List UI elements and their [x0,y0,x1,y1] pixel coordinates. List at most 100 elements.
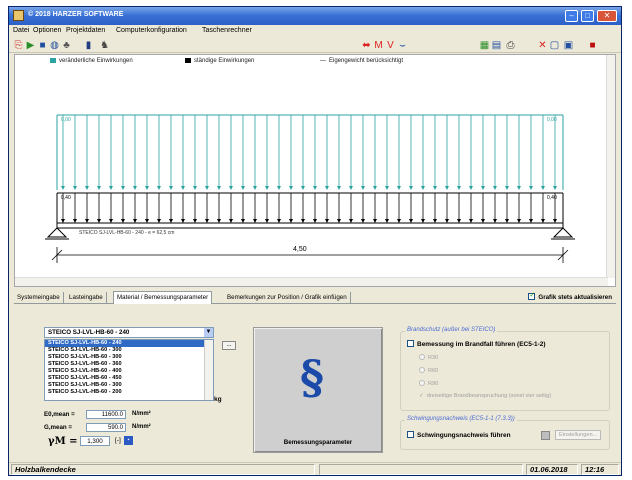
gmean-row: G,mean = 590.0 N/mm² [44,423,151,432]
menu-taschenrechner[interactable]: Taschenrechner [202,27,252,34]
three-sided-option[interactable]: ✓ dreiseitige Brandbeanspruchung (sonst v… [419,393,551,399]
print-preview-icon[interactable]: ◍ [49,40,60,51]
load-arrow-head [73,186,77,190]
load-arrow-head [121,186,125,190]
delete-icon[interactable]: ✕ [537,40,548,51]
load-arrow-head [205,186,209,190]
list-item[interactable]: STEICO SJ-LVL-HB-60 - 360 [45,361,213,368]
e0mean-field[interactable]: 11600.0 [86,410,126,419]
list-item[interactable]: STEICO SJ-LVL-HB-60 - 300 [45,347,213,354]
fire-checkbox[interactable] [407,340,414,347]
profile-dropdown[interactable]: STEICO SJ-LVL-HB-60 - 240 ▼ [44,327,214,338]
list-item[interactable]: STEICO SJ-LVL-HB-60 - 400 [45,368,213,375]
shear-icon[interactable]: V [385,40,396,51]
load-arrow-head [445,219,449,223]
load-arrow-head [421,186,425,190]
radio-circle[interactable] [419,367,425,373]
tab-material[interactable]: Material / Bemessungsparameter [113,291,213,304]
vibration-icon[interactable] [541,431,550,440]
vibration-settings-button[interactable]: Einstellungen... [555,430,602,440]
close-button[interactable]: ✕ [597,10,617,22]
gamma-field[interactable]: 1,300 [80,436,110,446]
fire-group-title: Brandschutz (außer bei STEICO) [405,327,498,333]
table-icon[interactable]: ▦ [479,40,490,51]
menu-datei[interactable]: Datei [13,27,29,34]
tab-lasteingabe[interactable]: Lasteingabe [66,292,107,304]
toolbar: ⎘ ▶ ■ ◍ ♣ ▮ ♞ ⬌ M V ⌣ ▦ ▤ ⎙ ✕ ▢ ▣ ■ [9,38,621,53]
load-arrow-head [85,219,89,223]
graph-update-checkbox[interactable] [528,291,536,300]
profile-list-scrollbar[interactable] [204,340,213,400]
permanent-load-left-value: 0,40 [61,195,71,201]
disk-icon[interactable]: ■ [587,40,598,51]
book-icon[interactable]: ▮ [83,40,94,51]
radio-r90-label: R90 [428,381,439,387]
tab-systemeingabe[interactable]: Systemeingabe [14,292,64,304]
load-arrow-head [193,186,197,190]
list-item[interactable]: STEICO SJ-LVL-HB-60 - 300 [45,354,213,361]
save-icon[interactable]: ■ [37,40,48,51]
load-arrow-head [241,219,245,223]
list-item[interactable]: STEICO SJ-LVL-HB-60 - 450 [45,375,213,382]
new-icon[interactable]: ⎘ [13,40,24,51]
load-arrow-head [481,186,485,190]
gamma-info-button[interactable]: ▪ [124,436,133,445]
profile-list[interactable]: STEICO SJ-LVL-HB-60 - 240 STEICO SJ-LVL-… [44,339,214,401]
print-icon[interactable]: ♣ [61,40,72,51]
radio-r30[interactable]: R30 [419,354,438,361]
gamma-unit: [-] [115,437,121,444]
load-arrow-head [265,186,269,190]
radio-circle[interactable] [419,354,425,360]
load-arrow-head [289,186,293,190]
menu-computerkonfiguration[interactable]: Computerkonfiguration [116,27,187,34]
list-item[interactable]: STEICO SJ-LVL-HB-60 - 200 [45,389,213,396]
canvas-horizontal-scrollbar[interactable] [15,277,608,286]
open-icon[interactable]: ▶ [25,40,36,51]
report-icon[interactable]: ▤ [491,40,502,51]
vibration-checkbox[interactable] [407,431,414,438]
tab-bemerkungen[interactable]: Bemerkungen zur Position / Grafik einfüg… [224,292,351,304]
load-arrow-head [169,219,173,223]
menu-projektdaten[interactable]: Projektdaten [66,27,105,34]
profile-browse-button[interactable]: ... [222,341,236,350]
load-arrow-head [349,219,353,223]
minimize-button[interactable]: – [565,10,578,22]
list-item[interactable]: STEICO SJ-LVL-HB-60 - 240 [45,340,213,347]
load-arrow-head [445,186,449,190]
person-icon[interactable]: ♞ [99,40,110,51]
printer-icon[interactable]: ⎙ [505,40,516,51]
maximize-button[interactable]: □ [581,10,594,22]
menu-optionen[interactable]: Optionen [33,27,61,34]
load-arrow-icon[interactable]: ⬌ [361,40,372,51]
deflection-icon[interactable]: ⌣ [397,40,408,51]
kg-label: kg [214,396,222,403]
load-arrow-head [289,219,293,223]
moment-icon[interactable]: M [373,40,384,51]
chevron-down-icon[interactable]: ▼ [204,328,213,337]
radio-r90[interactable]: R90 [419,380,438,387]
gmean-field[interactable]: 590.0 [86,423,126,432]
load-arrow-head [409,219,413,223]
bemessungsparameter-button[interactable]: § Bemessungsparameter [253,327,383,453]
graph-update-toggle[interactable]: Grafik stets aktualisieren [528,291,612,301]
bemessungsparameter-label: Bemessungsparameter [283,439,353,446]
radio-circle[interactable] [419,380,425,386]
input-tabs: Systemeingabe Lasteingabe Material / Bem… [14,291,616,304]
info-icon[interactable]: ▢ [549,40,560,51]
beam-label: STEICO SJ-LVL-HB-60 - 240 - e = 62,5 cm [79,230,175,236]
canvas-vertical-scrollbar[interactable] [606,55,615,278]
list-item[interactable]: STEICO SJ-LVL-HB-60 - 300 [45,382,213,389]
load-arrow-head [457,219,461,223]
load-arrow-head [313,186,317,190]
window-icon[interactable]: ▣ [563,40,574,51]
status-bar: Holzbalkendecke 01.06.2018 12:16 [9,462,621,475]
window-title: © 2018 HARZER SOFTWARE [28,11,124,18]
load-arrow-head [337,186,341,190]
radio-r60[interactable]: R60 [419,367,438,374]
load-arrow-head [385,186,389,190]
load-arrow-head [373,219,377,223]
fire-group: Brandschutz (außer bei STEICO) Bemessung… [400,327,610,411]
system-drawing[interactable]: veränderliche Einwirkungen ständige Einw… [14,54,616,287]
vibration-toggle[interactable]: Schwingungsnachweis führen [407,431,511,439]
fire-toggle[interactable]: Bemessung im Brandfall führen (EC5-1-2) [407,340,546,348]
